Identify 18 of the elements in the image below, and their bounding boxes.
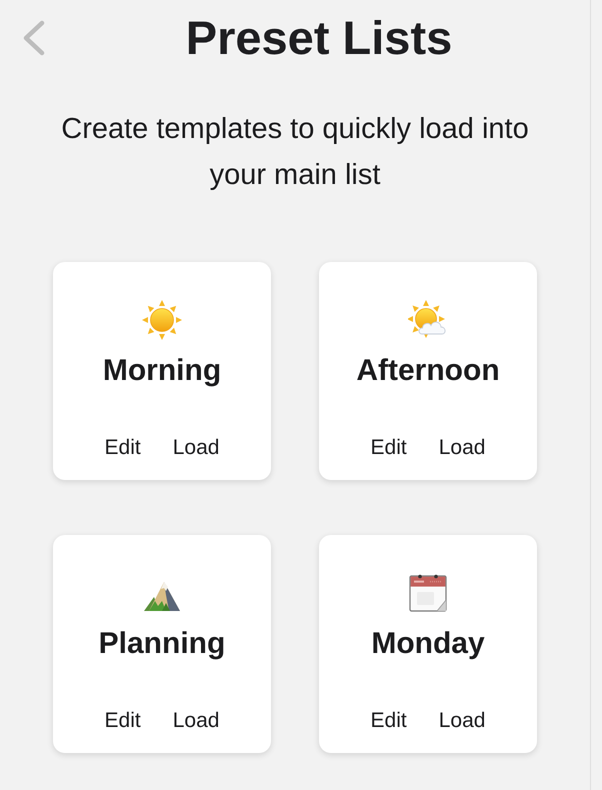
edit-button[interactable]: Edit [368, 435, 409, 461]
preset-name: Planning [98, 626, 226, 661]
sun-icon [142, 300, 182, 340]
load-button[interactable]: Load [170, 435, 222, 461]
edit-button[interactable]: Edit [102, 435, 143, 461]
sun-behind-cloud-icon [408, 300, 448, 340]
calendar-icon [408, 573, 448, 613]
preset-name: Afternoon [356, 353, 500, 388]
load-button[interactable]: Load [436, 435, 488, 461]
edit-button[interactable]: Edit [368, 708, 409, 734]
load-button[interactable]: Load [436, 708, 488, 734]
page-subtitle: Create templates to quickly load into your main list [60, 112, 530, 193]
load-button[interactable]: Load [170, 708, 222, 734]
page-title: Preset Lists [186, 11, 452, 65]
preset-name: Monday [371, 626, 485, 661]
chevron-left-icon [23, 20, 45, 56]
preset-name: Morning [102, 353, 222, 388]
edit-button[interactable]: Edit [102, 708, 143, 734]
